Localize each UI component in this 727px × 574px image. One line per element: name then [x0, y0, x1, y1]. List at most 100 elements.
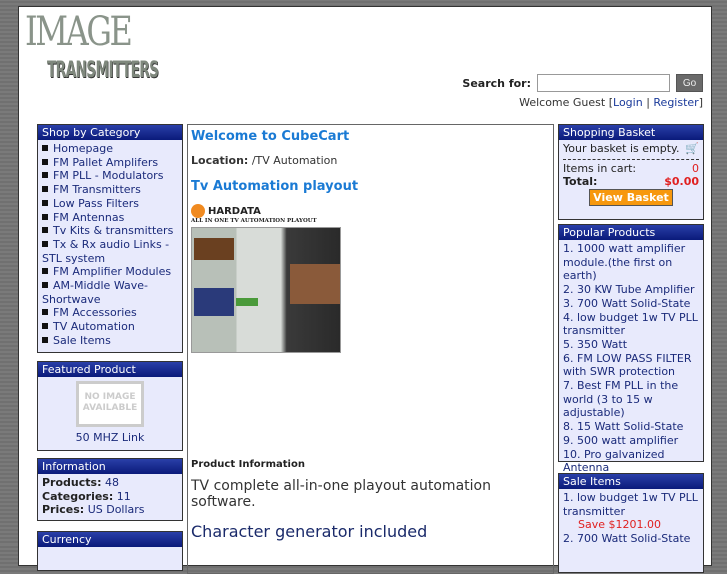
category-item[interactable]: FM Amplifier Modules — [42, 265, 178, 279]
category-link[interactable]: TV Automation — [53, 320, 135, 333]
popular-product-link[interactable]: 8. 15 Watt Solid-State — [563, 420, 699, 434]
image-tagline: ALL IN ONE TV AUTOMATION PLAYOUT — [191, 218, 317, 224]
popular-product-link[interactable]: 3. 700 Watt Solid-State — [563, 297, 699, 311]
category-item[interactable]: FM PLL - Modulators — [42, 169, 178, 183]
category-item[interactable]: Tv Kits & transmitters — [42, 224, 178, 238]
site-logo[interactable]: IMAGE TRANSMITTERS — [25, 10, 185, 92]
category-link[interactable]: FM Pallet Amplifers — [53, 156, 158, 169]
category-link[interactable]: FM Transmitters — [53, 183, 141, 196]
bullet-icon — [42, 158, 48, 165]
basket-title: Shopping Basket — [559, 125, 703, 140]
category-item[interactable]: FM Accessories — [42, 306, 178, 320]
popular-product-link[interactable]: 10. Pro galvanized Antenna — [563, 448, 699, 475]
product-image[interactable]: HARDATA ALL IN ONE TV AUTOMATION PLAYOUT — [191, 204, 341, 364]
category-item[interactable]: Tx & Rx audio Links -STL system — [42, 238, 178, 265]
prices-currency: Prices: US Dollars — [42, 503, 145, 517]
logo-image-text: IMAGE — [25, 9, 133, 55]
popular-list: 1. 1000 watt amplifier module.(the first… — [559, 240, 703, 477]
bullet-icon — [42, 213, 48, 220]
information-box: Information Products: 48 Categories: 11 … — [37, 458, 183, 521]
category-item[interactable]: FM Antennas — [42, 211, 178, 225]
bullet-icon — [42, 282, 48, 289]
separator: | — [642, 96, 654, 109]
search-go-button[interactable]: Go — [676, 74, 703, 92]
sale-item[interactable]: 1. low budget 1w TV PLL transmitter — [563, 491, 699, 518]
welcome-heading: Welcome to CubeCart — [191, 129, 350, 144]
category-box: Shop by Category Homepage FM Pallet Ampli… — [37, 124, 183, 353]
featured-title: Featured Product — [38, 362, 182, 377]
no-image-placeholder[interactable]: NO IMAGE AVAILABLE — [76, 381, 144, 427]
register-link[interactable]: Register — [653, 96, 698, 109]
category-list: Homepage FM Pallet Amplifers FM PLL - Modu… — [38, 140, 182, 350]
category-title: Shop by Category — [38, 125, 182, 140]
category-item[interactable]: Homepage — [42, 142, 178, 156]
sale-title: Sale Items — [559, 474, 703, 489]
cart-icon[interactable]: 🛒 — [685, 142, 699, 156]
information-title: Information — [38, 459, 182, 474]
feature-heading: Character generator included — [191, 522, 428, 541]
bullet-icon — [42, 145, 48, 151]
category-item[interactable]: TV Automation — [42, 320, 178, 334]
currency-box: Currency — [37, 531, 183, 571]
bracket: ] — [698, 96, 703, 109]
popular-box: Popular Products 1. 1000 watt amplifier … — [558, 224, 704, 474]
image-brand: HARDATA — [208, 205, 261, 217]
category-link[interactable]: Tx & Rx audio Links -STL system — [42, 238, 169, 265]
category-item[interactable]: FM Transmitters — [42, 183, 178, 197]
sale-box: Sale Items 1. low budget 1w TV PLL trans… — [558, 473, 704, 573]
category-link[interactable]: FM PLL - Modulators — [53, 169, 163, 182]
product-description: TV complete all-in-one playout automatio… — [191, 478, 491, 510]
featured-box: Featured Product NO IMAGE AVAILABLE 50 M… — [37, 361, 183, 451]
bullet-icon — [42, 309, 48, 316]
items-count: 0 — [692, 161, 699, 175]
categories-count: Categories: 11 — [42, 489, 131, 503]
category-link[interactable]: FM Accessories — [53, 306, 137, 319]
category-item[interactable]: Low Pass Filters — [42, 197, 178, 211]
search-input[interactable] — [537, 74, 670, 92]
featured-product-link[interactable]: 50 MHZ Link — [42, 431, 178, 445]
popular-title: Popular Products — [559, 225, 703, 240]
bullet-icon — [42, 240, 48, 247]
popular-product-link[interactable]: 1. 1000 watt amplifier module.(the first… — [563, 242, 699, 283]
category-link[interactable]: Homepage — [53, 142, 113, 155]
bullet-icon — [42, 186, 48, 193]
bullet-icon — [42, 268, 48, 275]
bullet-icon — [42, 336, 48, 343]
basket-empty-text: Your basket is empty. — [563, 142, 680, 155]
products-count: Products: 48 — [42, 476, 119, 489]
popular-product-link[interactable]: 7. Best FM PLL in the world (3 to 15 w a… — [563, 379, 699, 420]
category-item[interactable]: AM-Middle Wave-Shortwave — [42, 279, 178, 306]
main-content: Welcome to CubeCart Location: /TV Automa… — [187, 124, 554, 574]
popular-product-link[interactable]: 5. 350 Watt — [563, 338, 699, 352]
category-link[interactable]: Tv Kits & transmitters — [53, 224, 173, 237]
software-screenshot — [191, 227, 341, 353]
bullet-icon — [42, 172, 48, 179]
basket-box: Shopping Basket Your basket is empty. 🛒 I… — [558, 124, 704, 220]
category-link[interactable]: Low Pass Filters — [53, 197, 139, 210]
items-label: Items in cart: — [563, 161, 637, 175]
sale-saving: Save $1201.00 — [578, 518, 661, 532]
category-link[interactable]: FM Amplifier Modules — [53, 265, 171, 278]
popular-product-link[interactable]: 2. 30 KW Tube Amplifier — [563, 283, 699, 297]
search-bar: Search for: Go — [462, 74, 703, 92]
category-link[interactable]: Sale Items — [53, 334, 111, 347]
view-basket-button[interactable]: View Basket — [589, 189, 673, 207]
sale-item[interactable]: 2. 700 Watt Solid-State — [563, 532, 699, 546]
login-link[interactable]: Login — [613, 96, 643, 109]
bullet-icon — [42, 323, 48, 330]
popular-product-link[interactable]: 6. FM LOW PASS FILTER with SWR protectio… — [563, 352, 699, 379]
welcome-line: Welcome Guest [Login | Register] — [519, 96, 703, 109]
popular-product-link[interactable]: 9. 500 watt amplifier — [563, 434, 699, 448]
page-container: IMAGE TRANSMITTERS Search for: Go Welcom… — [18, 6, 712, 574]
logo-transmitters-text: TRANSMITTERS — [47, 58, 159, 83]
category-link[interactable]: AM-Middle Wave-Shortwave — [42, 279, 148, 306]
bullet-icon — [42, 227, 48, 234]
popular-product-link[interactable]: 4. low budget 1w TV PLL transmitter — [563, 311, 699, 338]
category-item[interactable]: Sale Items — [42, 334, 178, 348]
total-label: Total: — [563, 175, 598, 189]
welcome-text: Welcome Guest [ — [519, 96, 614, 109]
total-value: $0.00 — [664, 175, 699, 189]
location-breadcrumb: Location: /TV Automation — [191, 154, 338, 167]
category-link[interactable]: FM Antennas — [53, 211, 124, 224]
category-item[interactable]: FM Pallet Amplifers — [42, 156, 178, 170]
